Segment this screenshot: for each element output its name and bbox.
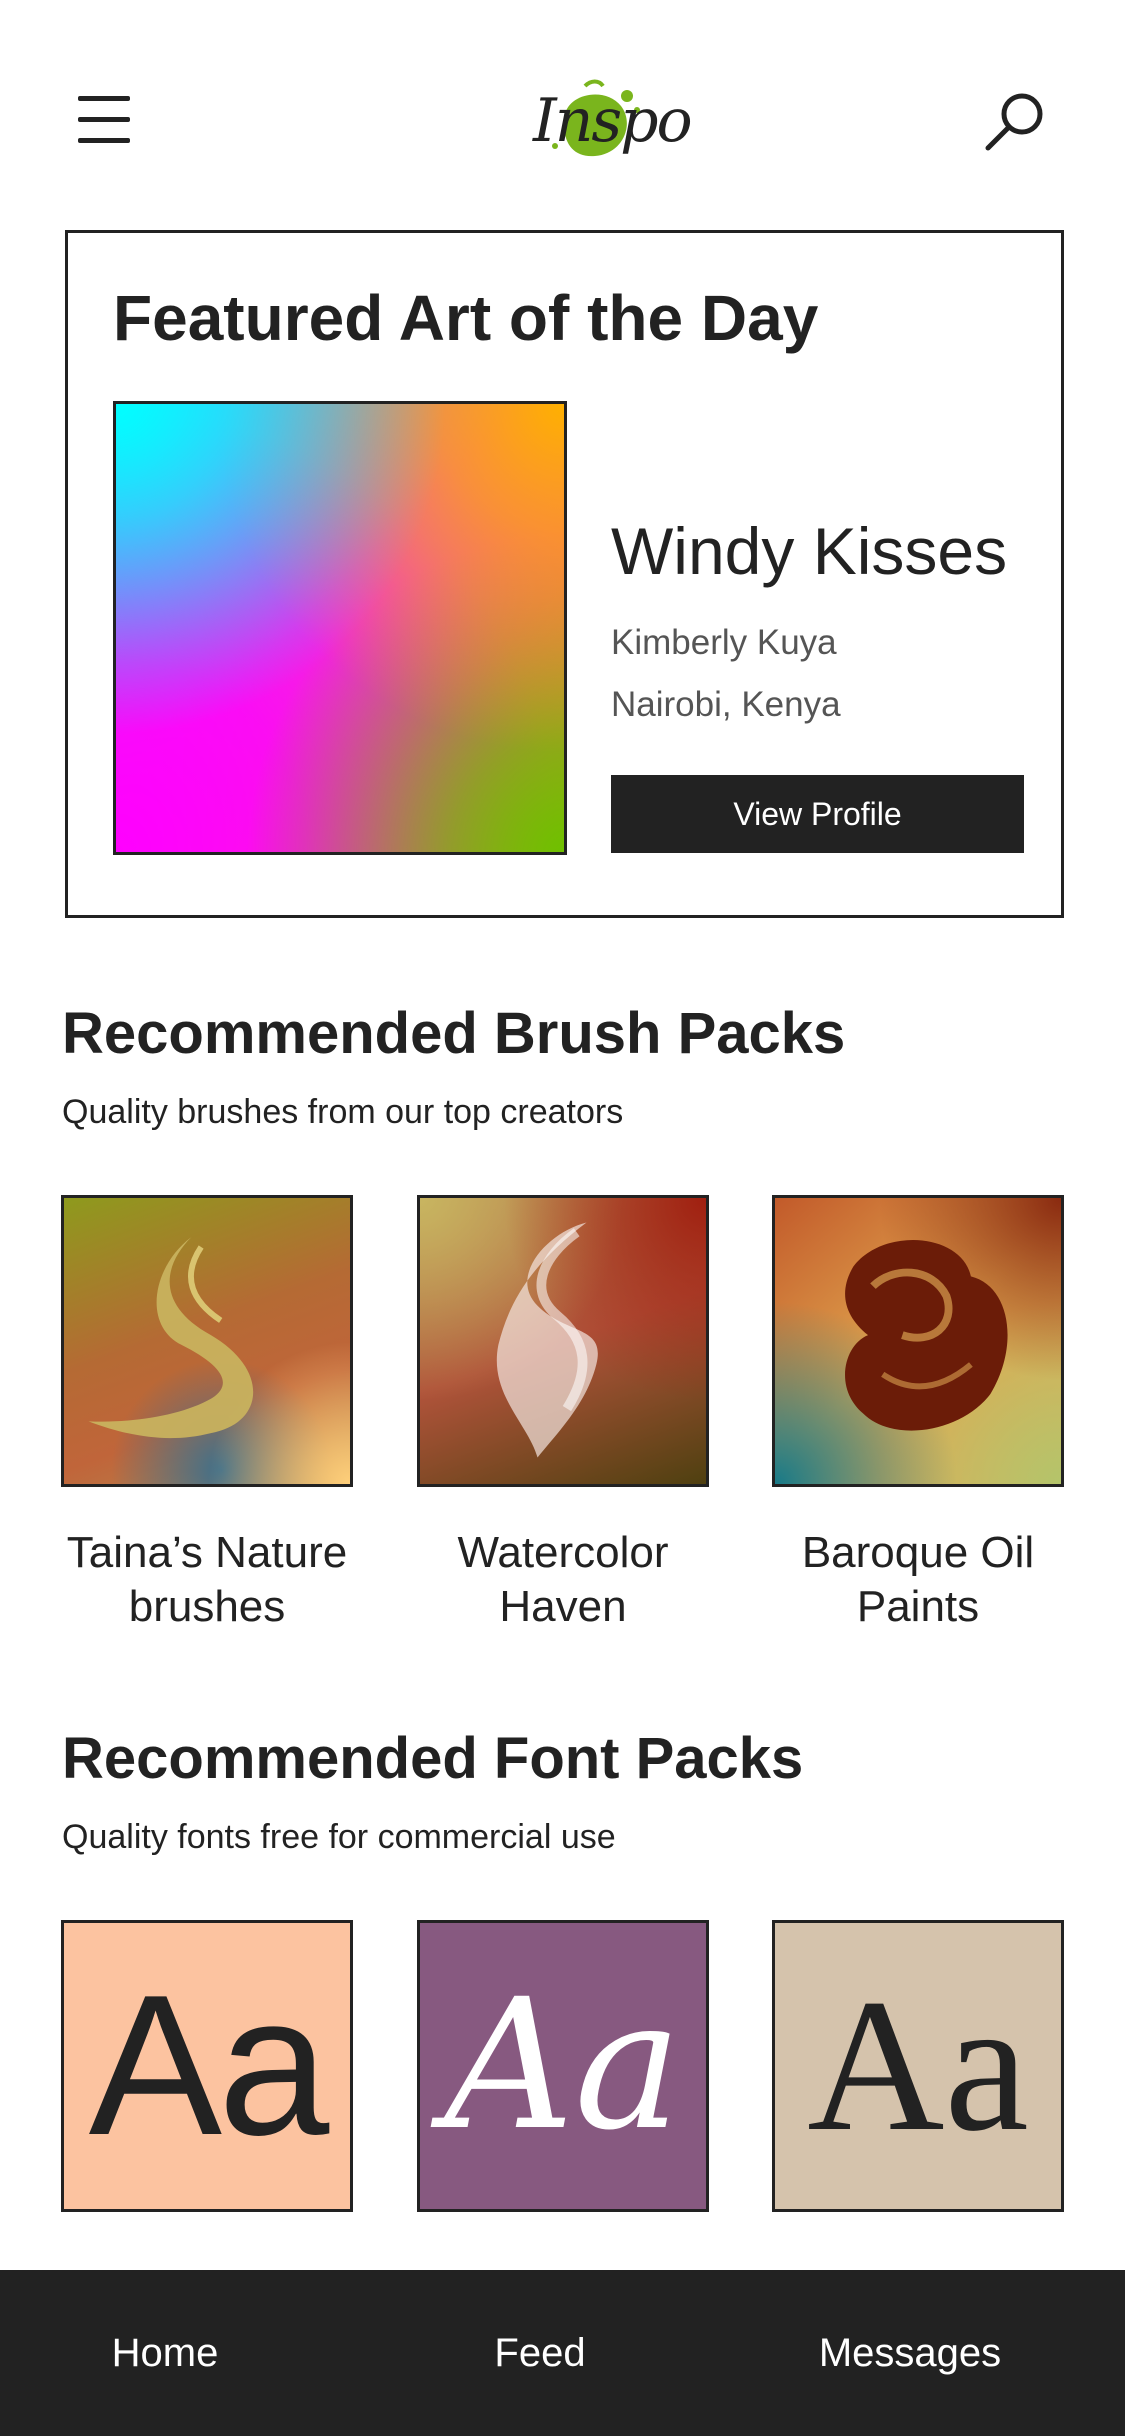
- featured-section-title: Featured Art of the Day: [113, 282, 819, 354]
- font-sample-text: Aa: [88, 1954, 330, 2177]
- brush-pack-label[interactable]: Taina’s Nature brushes: [42, 1526, 372, 1634]
- font-pack-thumbnail[interactable]: Aa: [61, 1920, 353, 2212]
- search-icon[interactable]: [982, 88, 1048, 154]
- font-pack-thumbnail[interactable]: Aa: [417, 1920, 709, 2212]
- brush-pack-label[interactable]: Watercolor Haven: [398, 1526, 728, 1634]
- app-header: Inspo: [0, 0, 1125, 230]
- brush-section-title: Recommended Brush Packs: [62, 1001, 846, 1066]
- brush-pack-thumbnail[interactable]: [772, 1195, 1064, 1487]
- brush-section-subtitle: Quality brushes from our top creators: [62, 1093, 624, 1131]
- font-section-subtitle: Quality fonts free for commercial use: [62, 1818, 616, 1856]
- brush-stroke-icon: [845, 1239, 1008, 1431]
- brush-pack-label[interactable]: Baroque Oil Paints: [753, 1526, 1083, 1634]
- nav-messages[interactable]: Messages: [790, 2270, 1030, 2436]
- artwork-title: Windy Kisses: [611, 514, 1008, 588]
- nav-home[interactable]: Home: [55, 2270, 275, 2436]
- brush-stroke-icon: [496, 1222, 598, 1458]
- font-sample-text: Aa: [444, 1961, 682, 2170]
- view-profile-button[interactable]: View Profile: [611, 775, 1024, 853]
- brush-stroke-icon: [88, 1237, 254, 1439]
- brush-pack-thumbnail[interactable]: [417, 1195, 709, 1487]
- font-pack-thumbnail[interactable]: Aa: [772, 1920, 1064, 2212]
- menu-bar: [78, 138, 130, 143]
- logo-text: Inspo: [533, 86, 693, 156]
- brush-pack-thumbnail[interactable]: [61, 1195, 353, 1487]
- featured-art-card: Featured Art of the Day Windy Kisses Kim…: [65, 230, 1064, 918]
- artist-name: Kimberly Kuya: [611, 623, 837, 662]
- hamburger-menu-icon[interactable]: [78, 96, 130, 144]
- font-sample-text: Aa: [807, 1961, 1029, 2171]
- bottom-nav-bar: Home Feed Messages: [0, 2270, 1125, 2436]
- menu-bar: [78, 117, 130, 122]
- menu-bar: [78, 96, 130, 101]
- nav-feed[interactable]: Feed: [430, 2270, 650, 2436]
- font-section-title: Recommended Font Packs: [62, 1726, 804, 1791]
- featured-artwork-image[interactable]: [113, 401, 567, 855]
- app-logo[interactable]: Inspo: [525, 76, 693, 166]
- artist-location: Nairobi, Kenya: [611, 685, 841, 724]
